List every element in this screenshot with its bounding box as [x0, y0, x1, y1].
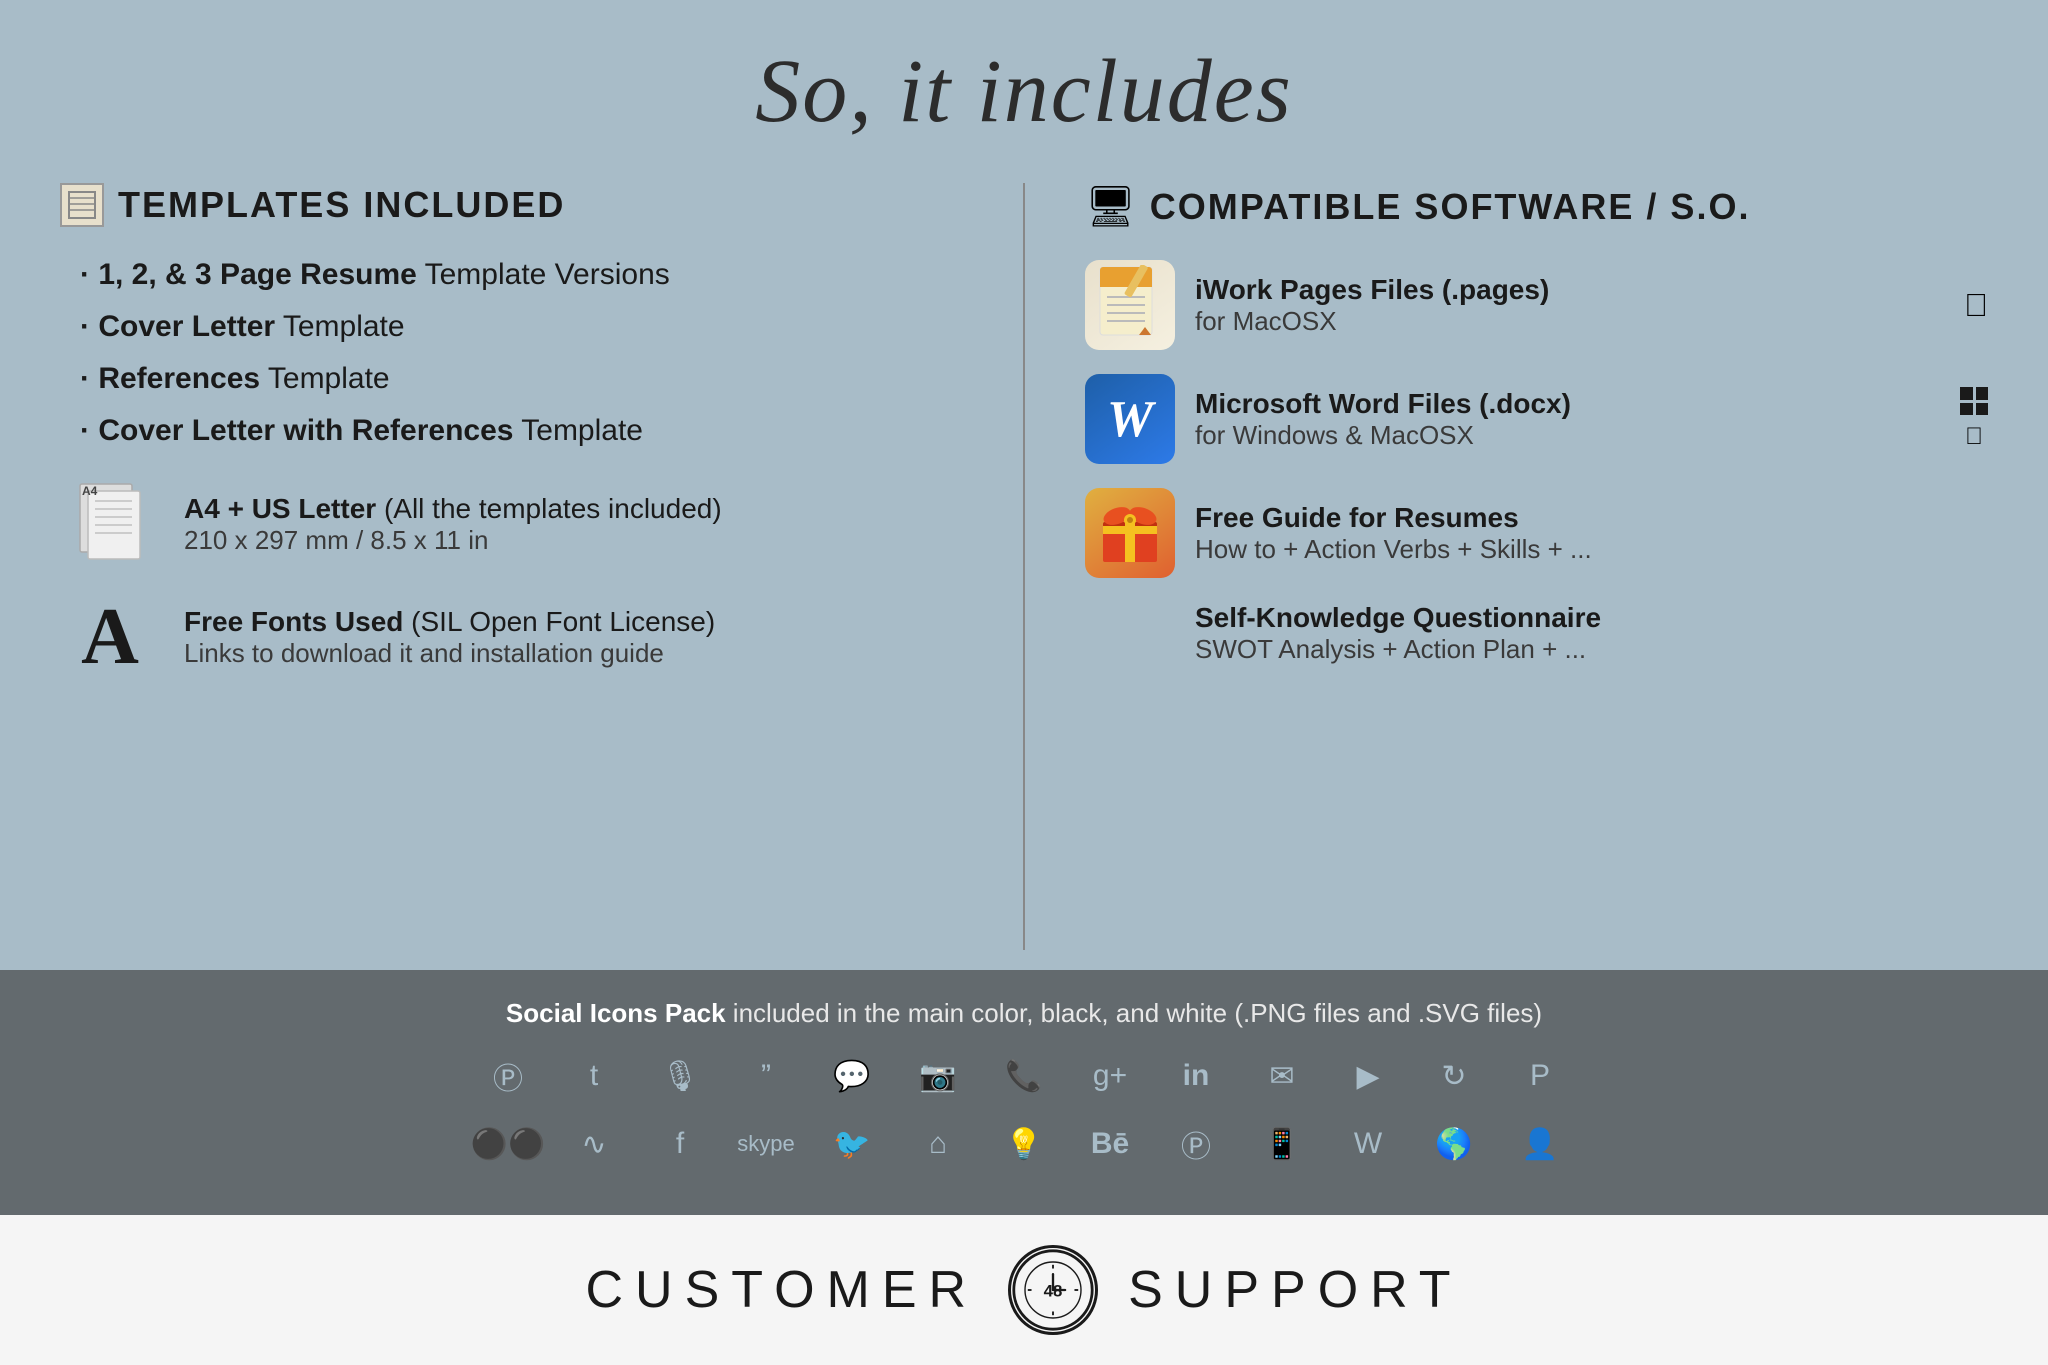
pages-sub: for MacOSX [1195, 306, 1944, 337]
template-icon [60, 183, 104, 227]
quote-icon: ” [741, 1051, 791, 1101]
phone-icon: 📞 [999, 1051, 1049, 1101]
word-icon: W [1085, 374, 1175, 464]
flickr-icon: ⚫⚫ [483, 1119, 533, 1169]
compat-section-title: 🖥 COMPATIBLE SOFTWARE / S.O. [1085, 183, 1988, 230]
pages-os-icons:  [1964, 287, 1988, 324]
guide-item: Free Guide for Resumes How to + Action V… [1085, 488, 1988, 578]
list-item: Cover Letter Template [80, 309, 963, 345]
svg-text:48: 48 [1044, 1282, 1063, 1301]
word-item: W Microsoft Word Files (.docx) for Windo… [1085, 374, 1988, 464]
guide-sub: How to + Action Verbs + Skills + ... [1195, 534, 1988, 565]
list-item: 1, 2, & 3 Page Resume Template Versions [80, 257, 963, 293]
facebook-icon: f [655, 1119, 705, 1169]
apple-icon-2:  [1965, 423, 1983, 451]
youtube-icon: ▶ [1343, 1051, 1393, 1101]
instagram-icon: 📷 [913, 1051, 963, 1101]
svg-text:A4: A4 [82, 484, 98, 498]
templates-list: 1, 2, & 3 Page Resume Template Versions … [60, 257, 963, 449]
page-title: So, it includes [0, 40, 2048, 143]
header: So, it includes [0, 0, 2048, 173]
podcast-icon: 🎙 [655, 1051, 705, 1101]
whatsapp-icon: 📱 [1257, 1119, 1307, 1169]
questionnaire-sub: SWOT Analysis + Action Plan + ... [1195, 634, 1988, 665]
font-icon: A [60, 597, 160, 677]
bottom-left-items: A4 A4 + US Letter (All the templates inc… [60, 479, 963, 677]
iwork-item: iWork Pages Files (.pages) for MacOSX  [1085, 260, 1988, 350]
gift-icon [1085, 488, 1175, 578]
linkedin-icon: in [1171, 1051, 1221, 1101]
pages-icon [1085, 260, 1175, 350]
chat-icon: 💬 [827, 1051, 877, 1101]
templates-title-text: TEMPLATES INCLUDED [118, 184, 565, 226]
guide-text: Free Guide for Resumes How to + Action V… [1195, 502, 1988, 565]
questionnaire-name: Self-Knowledge Questionnaire [1195, 602, 1988, 634]
email-icon: ✉ [1257, 1051, 1307, 1101]
user-icon: 👤 [1515, 1119, 1565, 1169]
social-icons-row-1: Ⓟ t 🎙 ” 💬 📷 📞 g+ in ✉ ▶ ↻ P [60, 1051, 1988, 1101]
vimeo-icon: Ⓟ [483, 1051, 533, 1101]
right-column: 🖥 COMPATIBLE SOFTWARE / S.O. [1085, 183, 1988, 950]
compat-items: iWork Pages Files (.pages) for MacOSX  … [1085, 260, 1988, 665]
bulb-icon: 💡 [999, 1119, 1049, 1169]
questionnaire-text: Self-Knowledge Questionnaire SWOT Analys… [1195, 602, 1988, 665]
footer: CUSTOMER 48 SUPPORT [0, 1215, 2048, 1365]
list-item: References Template [80, 361, 963, 397]
gplus-icon: g+ [1085, 1051, 1135, 1101]
refresh-icon: ↻ [1429, 1051, 1479, 1101]
fonts-text: Free Fonts Used (SIL Open Font License) … [184, 606, 715, 669]
word-name: Microsoft Word Files (.docx) [1195, 388, 1940, 420]
apple-icon:  [1964, 287, 1988, 324]
footer-left-text: CUSTOMER [585, 1260, 978, 1320]
vine-icon: Ⓟ [1171, 1119, 1221, 1169]
social-title: Social Icons Pack included in the main c… [60, 998, 1988, 1029]
footer-right-text: SUPPORT [1128, 1260, 1462, 1320]
a4-size-text: 210 x 297 mm / 8.5 x 11 in [184, 525, 722, 556]
skype-icon: skype [741, 1119, 791, 1169]
list-item: Cover Letter with References Template [80, 413, 963, 449]
footer-logo: 48 [1008, 1245, 1098, 1335]
wordpress-icon: W [1343, 1119, 1393, 1169]
main-container: So, it includes TEMPLATES INCLUDED [0, 0, 2048, 1365]
monitor-icon: 🖥 [1085, 183, 1136, 230]
templates-section-title: TEMPLATES INCLUDED [60, 183, 963, 227]
rss-icon: ∿ [569, 1119, 619, 1169]
compat-title-text: COMPATIBLE SOFTWARE / S.O. [1150, 186, 1751, 228]
questionnaire-item: Self-Knowledge Questionnaire SWOT Analys… [1085, 602, 1988, 665]
a4-icon: A4 [60, 479, 160, 569]
a4-item: A4 A4 + US Letter (All the templates inc… [60, 479, 963, 569]
windows-icon [1960, 387, 1988, 415]
pages-text: iWork Pages Files (.pages) for MacOSX [1195, 274, 1944, 337]
word-text: Microsoft Word Files (.docx) for Windows… [1195, 388, 1940, 451]
fonts-sub-text: Links to download it and installation gu… [184, 638, 715, 669]
pages-name: iWork Pages Files (.pages) [1195, 274, 1944, 306]
content-area: TEMPLATES INCLUDED 1, 2, & 3 Page Resume… [0, 173, 2048, 970]
behance-icon: Bē [1085, 1119, 1135, 1169]
pinterest-icon: P [1515, 1051, 1565, 1101]
tumblr-icon: t [569, 1051, 619, 1101]
word-os-icons:  [1960, 387, 1988, 451]
left-column: TEMPLATES INCLUDED 1, 2, & 3 Page Resume… [60, 183, 963, 950]
a4-text: A4 + US Letter (All the templates includ… [184, 493, 722, 556]
fonts-item: A Free Fonts Used (SIL Open Font License… [60, 597, 963, 677]
twitter-icon: 🐦 [827, 1119, 877, 1169]
social-icons-row-2: ⚫⚫ ∿ f skype 🐦 ⌂ 💡 Bē Ⓟ 📱 W 🌎 👤 [60, 1119, 1988, 1169]
guide-name: Free Guide for Resumes [1195, 502, 1988, 534]
globe-icon: 🌎 [1429, 1119, 1479, 1169]
word-sub: for Windows & MacOSX [1195, 420, 1940, 451]
social-bar: Social Icons Pack included in the main c… [0, 970, 2048, 1215]
column-divider [1023, 183, 1025, 950]
home-icon: ⌂ [913, 1119, 963, 1169]
